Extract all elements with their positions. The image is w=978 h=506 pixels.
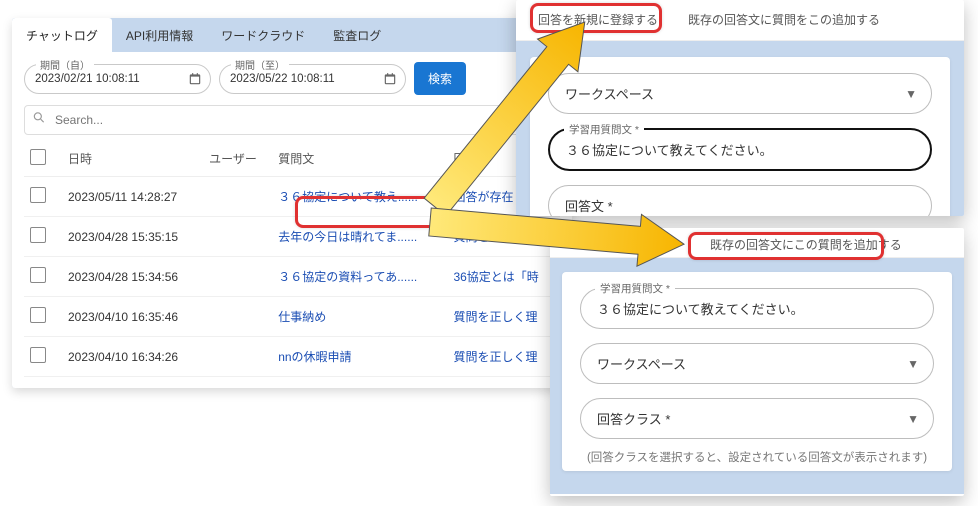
table-row[interactable]: 2023/04/10 16:34:26 nnの休暇申請質問を正しく理: [24, 337, 560, 377]
date-to-label: 期間（至）: [231, 57, 289, 72]
cell-user: [203, 337, 272, 377]
cell-question[interactable]: ３６協定の資料ってあ......: [272, 257, 447, 297]
date-from-field[interactable]: 期間（自）: [24, 64, 211, 94]
cell-datetime: 2023/04/10 16:34:26: [62, 337, 203, 377]
workspace-select-2[interactable]: ワークスペース ▼: [580, 343, 934, 384]
cell-answer[interactable]: 質問を正しく理: [447, 297, 560, 337]
search-button[interactable]: 検索: [414, 62, 466, 95]
search-input[interactable]: [24, 105, 560, 135]
tab-register-existing[interactable]: 既存の回答文に質問をこの追加する: [686, 8, 882, 34]
training-question-input-2[interactable]: 学習用質問文 * ３６協定について教えてください。: [580, 288, 934, 329]
cell-user: [203, 177, 272, 217]
workspace-label: ワークスペース: [565, 87, 654, 102]
training-question-label: 学習用質問文 *: [564, 122, 644, 137]
search-icon: [32, 111, 46, 130]
training-question-value: ３６協定について教えてください。: [566, 143, 773, 158]
answer-class-label: 回答クラス *: [597, 412, 670, 427]
cell-question[interactable]: ３６協定について教え......: [272, 177, 447, 217]
cell-datetime: 2023/04/10 16:35:46: [62, 297, 203, 337]
tab-api[interactable]: API利用情報: [112, 18, 207, 52]
tab-wordcloud[interactable]: ワードクラウド: [207, 18, 319, 52]
date-to-field[interactable]: 期間（至）: [219, 64, 406, 94]
row-checkbox[interactable]: [30, 267, 46, 283]
tab-chatlog[interactable]: チャットログ: [12, 18, 112, 52]
row-checkbox[interactable]: [30, 227, 46, 243]
chevron-down-icon: ▼: [907, 357, 919, 371]
answer-class-hint: (回答クラスを選択すると、設定されている回答文が表示されます): [580, 449, 934, 465]
chatlog-table: 日時 ユーザー 質問文 回答 2023/05/11 14:28:27３６協定につ…: [24, 141, 560, 377]
col-user: ユーザー: [203, 141, 272, 177]
add-to-existing-panel: 回答を新規に登録する 既存の回答文にこの質問を追加する 学習用質問文 * ３６協…: [550, 228, 964, 496]
cell-question[interactable]: nnの休暇申請: [272, 337, 447, 377]
answer-text-label: 回答文 *: [565, 199, 613, 214]
select-all-checkbox[interactable]: [30, 149, 46, 165]
cell-answer[interactable]: 36協定とは「時: [447, 257, 560, 297]
register-answer-panel: 回答を新規に登録する 既存の回答文に質問をこの追加する ワークスペース ▼ 学習…: [516, 0, 964, 216]
chatlog-panel: チャットログ API利用情報 ワードクラウド 監査ログ 期間（自） 期間（至） …: [12, 18, 572, 388]
row-checkbox[interactable]: [30, 347, 46, 363]
training-question-value-2: ３６協定について教えてください。: [597, 302, 804, 317]
table-row[interactable]: 2023/04/28 15:35:15 去年の今日は晴れてま......質問を正し…: [24, 217, 560, 257]
col-question: 質問文: [272, 141, 447, 177]
cell-datetime: 2023/04/28 15:34:56: [62, 257, 203, 297]
top-tabs: チャットログ API利用情報 ワードクラウド 監査ログ: [12, 18, 572, 52]
table-row[interactable]: 2023/04/10 16:35:46 仕事納め質問を正しく理: [24, 297, 560, 337]
cell-question[interactable]: 仕事納め: [272, 297, 447, 337]
tab-add-existing[interactable]: 既存の回答文にこの質問を追加する: [710, 236, 902, 253]
cell-user: [203, 257, 272, 297]
tab-register-new[interactable]: 回答を新規に登録する: [536, 8, 660, 34]
cell-user: [203, 217, 272, 257]
cell-datetime: 2023/04/28 15:35:15: [62, 217, 203, 257]
training-question-label-2: 学習用質問文 *: [595, 281, 675, 296]
cell-user: [203, 297, 272, 337]
workspace-label-2: ワークスペース: [597, 357, 686, 372]
row-checkbox[interactable]: [30, 187, 46, 203]
answer-text-input[interactable]: 回答文 *: [548, 185, 932, 216]
table-row[interactable]: 2023/05/11 14:28:27３６協定について教え......回答が存在…: [24, 177, 560, 217]
date-from-label: 期間（自）: [36, 57, 94, 72]
col-datetime: 日時: [62, 141, 203, 177]
table-row[interactable]: 2023/04/28 15:34:56 ３６協定の資料ってあ......36協定と…: [24, 257, 560, 297]
cell-question[interactable]: 去年の今日は晴れてま......: [272, 217, 447, 257]
row-checkbox[interactable]: [30, 307, 46, 323]
chevron-down-icon: ▼: [905, 87, 917, 101]
workspace-select[interactable]: ワークスペース ▼: [548, 73, 932, 114]
cell-datetime: 2023/05/11 14:28:27: [62, 177, 203, 217]
training-question-input[interactable]: 学習用質問文 * ３６協定について教えてください。: [548, 128, 932, 171]
cell-answer[interactable]: 質問を正しく理: [447, 217, 560, 257]
cell-answer[interactable]: 質問を正しく理: [447, 337, 560, 377]
answer-class-select[interactable]: 回答クラス * ▼: [580, 398, 934, 439]
chevron-down-icon: ▼: [907, 412, 919, 426]
tab-audit[interactable]: 監査ログ: [319, 18, 395, 52]
